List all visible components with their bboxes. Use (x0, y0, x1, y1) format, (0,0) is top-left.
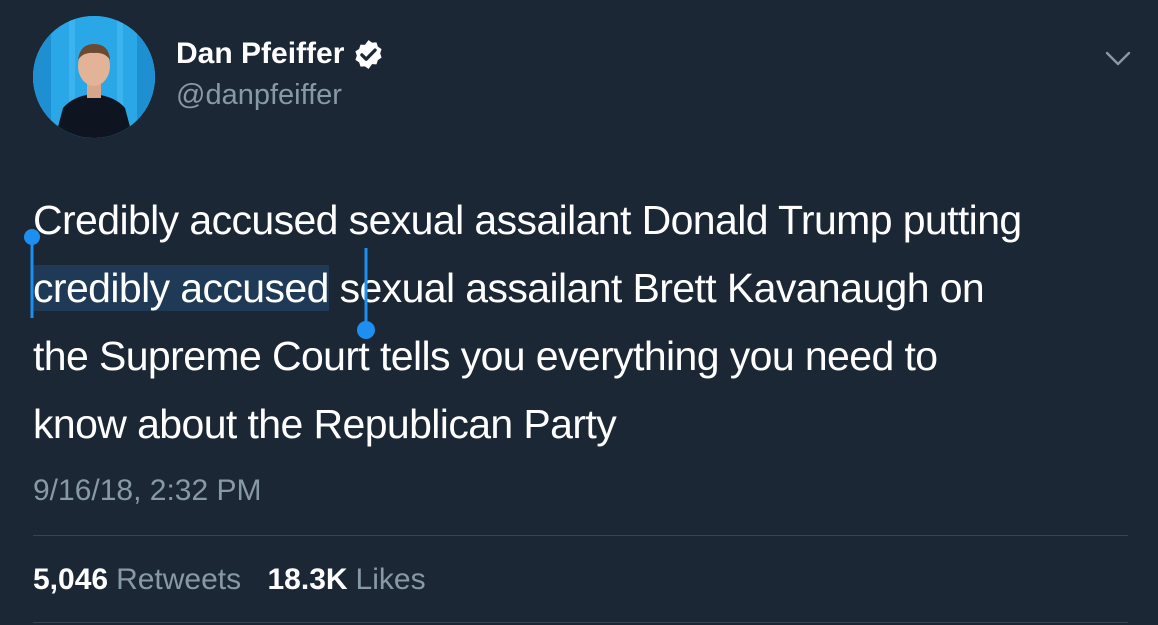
retweets-count: 5,046 (33, 563, 109, 596)
tweet-timestamp[interactable]: 9/16/18, 2:32 PM (33, 473, 262, 509)
tweet-line: Credibly accused sexual assailant Donald… (33, 186, 1143, 254)
selected-text[interactable]: credibly accused (33, 265, 329, 311)
divider (33, 622, 1128, 623)
tweet-line-text: the Supreme Court tells you everything y… (33, 333, 938, 379)
likes-count: 18.3K (267, 563, 348, 596)
tweet-line-text: know about the Republican Party (33, 401, 617, 447)
verified-badge-icon (355, 39, 382, 69)
tweet-text[interactable]: Credibly accused sexual assailant Donald… (33, 186, 1143, 458)
tweet-line-text: sexual assailant Brett Kavanaugh on (328, 265, 985, 311)
author-handle[interactable]: @danpfeiffer (176, 78, 342, 112)
chevron-down-icon[interactable] (1104, 50, 1132, 68)
author-name[interactable]: Dan Pfeiffer (176, 36, 344, 72)
tweet-line-text: Credibly accused sexual assailant Donald… (33, 197, 1022, 243)
avatar-photo (33, 16, 155, 138)
tweet-line: the Supreme Court tells you everything y… (33, 322, 1143, 390)
divider (33, 535, 1128, 536)
tweet-line: know about the Republican Party (33, 390, 1143, 458)
avatar[interactable] (33, 16, 155, 138)
tweet-stats: 5,046 Retweets 18.3K Likes (33, 562, 444, 598)
retweets-stat[interactable]: 5,046 Retweets (33, 563, 267, 596)
selection-end-handle[interactable] (356, 248, 376, 340)
likes-label: Likes (355, 563, 426, 596)
tweet-line: credibly accused sexual assailant Brett … (33, 254, 1143, 322)
retweets-label: Retweets (116, 563, 242, 596)
selection-start-handle[interactable] (24, 228, 40, 318)
likes-stat[interactable]: 18.3K Likes (267, 563, 443, 596)
author-name-row[interactable]: Dan Pfeiffer (176, 36, 385, 72)
